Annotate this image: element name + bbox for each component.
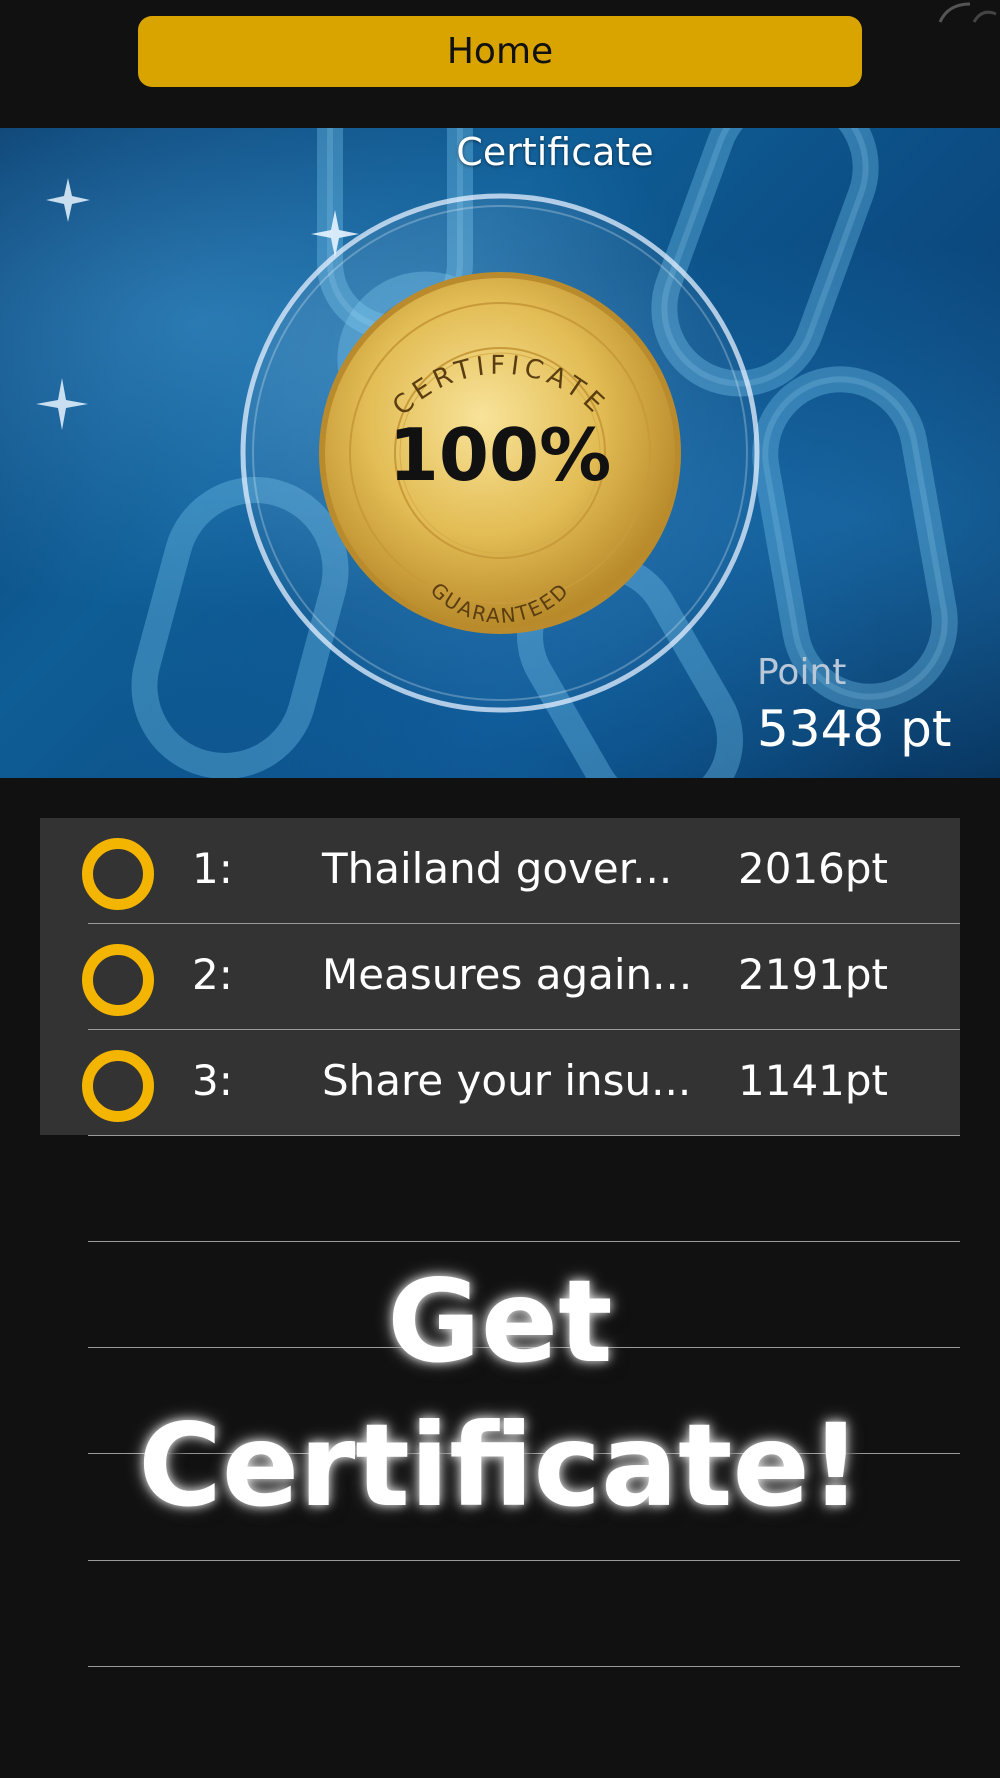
list-item[interactable]: 3: Share your insu... 1141pt [40, 1030, 960, 1136]
home-button[interactable]: Home [138, 16, 862, 87]
empty-row-divider [88, 1241, 960, 1242]
item-title: Share your insu... [322, 1056, 692, 1105]
certificate-hero: CERTIFICATE 100% GUARANTEED Certificate … [0, 128, 1000, 778]
ring-icon [82, 944, 154, 1016]
point-value: 5348 pt [757, 700, 952, 758]
badge-center-text: 100% [389, 413, 611, 497]
item-number: 3: [192, 1056, 233, 1105]
list-item[interactable]: 2: Measures again... 2191pt [40, 924, 960, 1030]
empty-row-divider [88, 1560, 960, 1561]
hero-title: Certificate [456, 130, 654, 174]
item-title: Thailand gover... [322, 844, 673, 893]
item-number: 2: [192, 950, 233, 999]
item-points: 1141pt [738, 1056, 889, 1105]
item-number: 1: [192, 844, 233, 893]
svg-text:CERTIFICATE: CERTIFICATE [387, 351, 613, 422]
loading-icon [938, 2, 997, 23]
item-points: 2016pt [738, 844, 889, 893]
item-title: Measures again... [322, 950, 693, 999]
get-certificate-message[interactable]: Get Certificate! [0, 1250, 1000, 1538]
point-label: Point [757, 652, 847, 693]
cta-line-1: Get [387, 1255, 613, 1388]
badge-top-text: CERTIFICATE [387, 351, 608, 422]
cta-line-2: Certificate! [138, 1399, 862, 1532]
divider [88, 1135, 960, 1136]
list-item[interactable]: 1: Thailand gover... 2016pt [40, 818, 960, 924]
item-points: 2191pt [738, 950, 889, 999]
ring-icon [82, 838, 154, 910]
badge-bottom-text: GUARANTEED [426, 578, 572, 628]
svg-text:GUARANTEED: GUARANTEED [426, 578, 574, 628]
ring-icon [82, 1050, 154, 1122]
empty-row-divider [88, 1666, 960, 1667]
top-bar: Home [0, 0, 1000, 128]
